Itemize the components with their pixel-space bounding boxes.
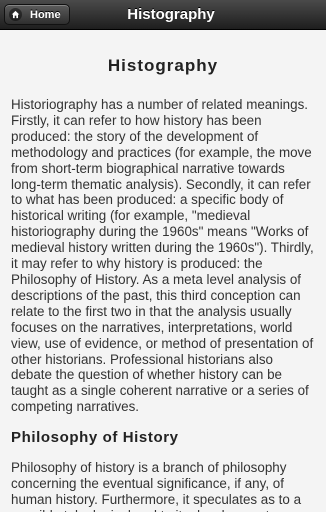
app-header: Home Histography — [0, 0, 326, 30]
intro-paragraph: Historiography has a number of related m… — [11, 97, 314, 415]
article-content: Histography Historiography has a number … — [0, 30, 326, 512]
page-title: Histography — [107, 56, 219, 75]
section-heading: Philosophy of History — [11, 429, 179, 446]
header-title: Histography — [127, 6, 215, 23]
section-paragraph: Philosophy of history is a branch of phi… — [11, 460, 302, 512]
